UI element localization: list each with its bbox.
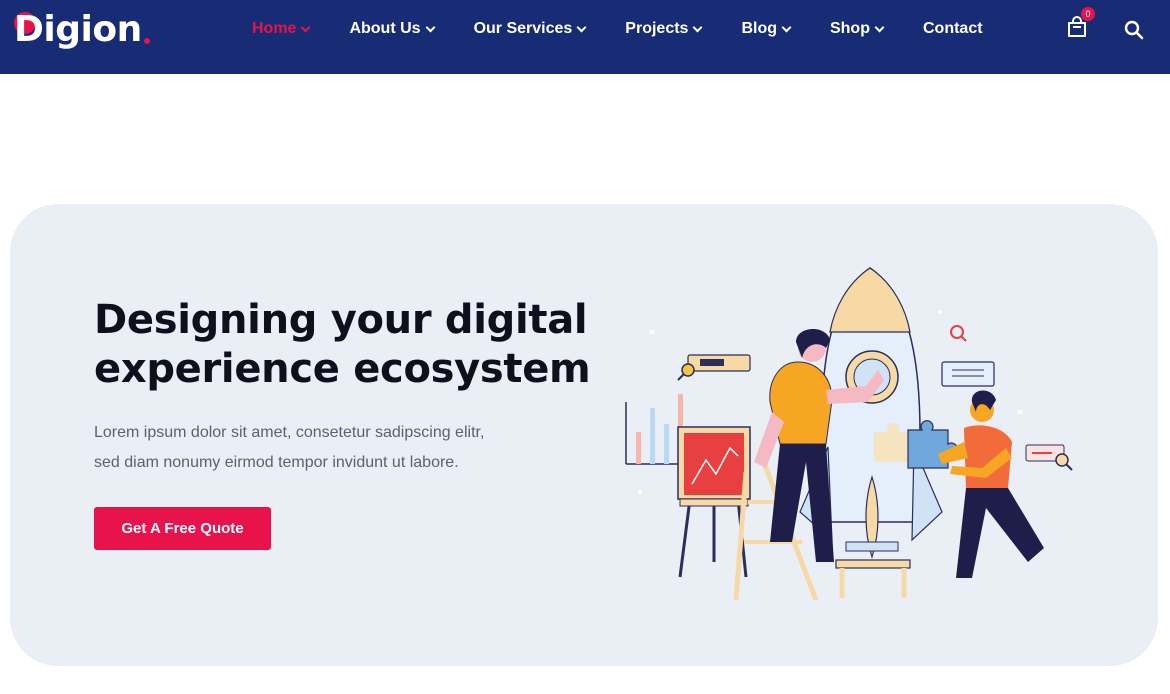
nav-item-label: Shop (829, 20, 870, 37)
site-header: Digion Home About Us Our Services Projec… (0, 0, 1170, 74)
nav-item-label: About Us (349, 20, 421, 37)
nav-item-label: Home (252, 20, 297, 37)
get-free-quote-button[interactable]: Get A Free Quote (94, 507, 271, 550)
chevron-down-icon (781, 22, 792, 32)
chevron-down-icon (301, 22, 311, 32)
nav-item-label: Contact (922, 20, 983, 37)
nav-item-our-services[interactable]: Our Services (473, 20, 587, 38)
rocket-launch-team-illustration (625, 267, 1073, 601)
chevron-down-icon (576, 22, 587, 32)
logo[interactable]: Digion (14, 6, 150, 54)
nav-item-label: Blog (741, 20, 777, 37)
nav-item-shop[interactable]: Shop (829, 20, 885, 38)
hero-subtitle-line: Lorem ipsum dolor sit amet, consetetur s… (94, 424, 485, 441)
hero-title: Designing your digital experience ecosys… (94, 296, 594, 394)
hero-subtitle-line: sed diam nonumy eirmod tempor invidunt u… (94, 454, 459, 471)
nav-item-projects[interactable]: Projects (625, 20, 703, 38)
nav-item-label: Our Services (473, 20, 573, 37)
logo-period-dot (143, 38, 150, 44)
nav-item-label: Projects (625, 20, 689, 37)
nav-item-blog[interactable]: Blog (741, 20, 792, 38)
chevron-down-icon (874, 22, 885, 32)
nav-item-contact[interactable]: Contact (923, 20, 983, 38)
hero-title-line: experience ecosystem (94, 346, 591, 392)
cart-count-badge: 0 (1081, 7, 1095, 21)
logo-text: Digion (14, 9, 142, 50)
nav-item-home[interactable]: Home (252, 20, 311, 38)
hero-title-line: Designing your digital (94, 297, 588, 343)
chevron-down-icon (425, 22, 436, 32)
main-nav: Home About Us Our Services Projects Blog… (252, 0, 983, 58)
hero-subtitle: Lorem ipsum dolor sit amet, consetetur s… (94, 418, 534, 478)
chevron-down-icon (692, 22, 703, 32)
nav-item-about-us[interactable]: About Us (349, 20, 436, 38)
search-icon[interactable] (1124, 20, 1144, 40)
